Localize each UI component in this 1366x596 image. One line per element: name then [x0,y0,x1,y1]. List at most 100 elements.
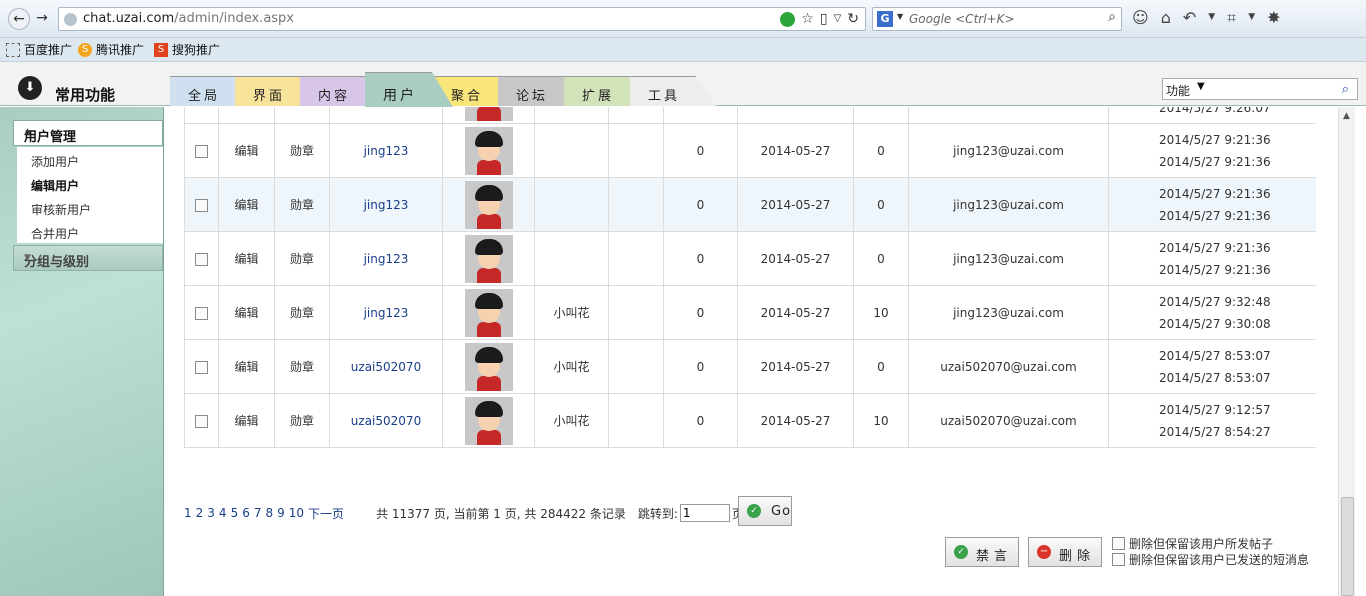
google-icon[interactable]: G [877,11,893,27]
function-search[interactable]: 功能 ▼ ⌕ [1162,78,1358,100]
search-icon[interactable]: ⌕ [1342,82,1349,97]
delete-button[interactable]: − 删除 [1028,537,1102,567]
undo-icon[interactable]: ↶ [1183,8,1196,28]
page-link[interactable]: 9 [277,506,285,520]
edit-link[interactable]: 编辑 [218,123,275,178]
medal-link[interactable]: 勋章 [274,107,330,124]
username-link[interactable]: jing123 [329,231,443,286]
edit-link[interactable]: 编辑 [218,339,275,394]
points-cell: 10 [853,285,909,340]
row-checkbox[interactable] [195,306,208,320]
empty-cell [608,123,664,178]
avatar [464,107,513,121]
username-link[interactable]: jing123 [329,177,443,232]
sidebar-section-groups[interactable]: 分组与级别 ▼ [13,245,163,271]
row-checkbox[interactable] [195,414,208,428]
page-link[interactable]: 7 [254,506,262,520]
medal-link[interactable]: 勋章 [274,123,330,178]
dropdown-icon[interactable]: ▽ [834,11,842,27]
scroll-thumb[interactable] [1341,497,1354,596]
sidebar-item-review-user[interactable]: 审核新用户 [31,201,91,218]
go-arrow-icon[interactable] [780,11,796,27]
page-link[interactable]: 4 [219,506,227,520]
check-icon: ✓ [747,504,761,518]
username-link[interactable]: jing123 [329,123,443,178]
page-link[interactable]: 6 [242,506,250,520]
page-link[interactable]: 8 [265,506,273,520]
medal-link[interactable]: 勋章 [274,177,330,232]
page-link[interactable]: 1 [184,506,192,520]
nickname-cell: 小叫花 [534,339,609,394]
bookmarks-bar: 百度推广 S 腾讯推广 S 搜狗推广 [0,38,1366,62]
crop-icon[interactable]: ⌗ [1227,8,1236,28]
username-link[interactable]: uzai502195 [329,107,443,124]
edit-link[interactable]: 编辑 [218,393,275,448]
page-link[interactable]: 10 [289,506,304,520]
addon-icon[interactable]: ☺ [1132,8,1149,28]
edit-link[interactable]: 编辑 [218,285,275,340]
bookmark-item[interactable]: 百度推广 [6,42,72,58]
date-cell: 2014-05-27 [737,107,854,124]
username-link[interactable]: jing123 [329,285,443,340]
keep-posts-checkbox[interactable] [1112,537,1125,550]
edit-link[interactable]: 编辑 [218,231,275,286]
jump-label: 跳转到: [637,506,678,521]
back-icon[interactable]: ← [8,8,30,30]
forward-icon[interactable]: → [33,8,51,30]
keep-messages-option[interactable]: 删除但保留该用户已发送的短消息 [1112,551,1309,568]
edit-link[interactable]: 编辑 [218,107,275,124]
star-icon[interactable]: ☆ [801,11,814,27]
extension-icon[interactable]: ✸ [1267,8,1280,28]
search-icon[interactable]: ⌕ [1108,9,1116,25]
keep-messages-checkbox[interactable] [1112,553,1125,566]
engine-dropdown-icon[interactable]: ▼ [897,12,903,21]
time-cell: 2014/5/27 8:53:07 2014/5/27 8:53:07 [1108,339,1316,394]
edit-link[interactable]: 编辑 [218,177,275,232]
sidebar-section-user-management[interactable]: 用户管理 ▲ [13,120,163,146]
sidebar-item-add-user[interactable]: 添加用户 [31,153,79,170]
row-checkbox[interactable] [195,144,208,158]
scroll-up-icon[interactable]: ▲ [1343,111,1350,121]
avatar [464,396,513,445]
time-cell: 2014/5/27 9:21:36 2014/5/27 9:21:36 [1108,231,1316,286]
phone-icon[interactable]: ▯ [820,11,828,27]
bookmark-item[interactable]: S 搜狗推广 [154,42,220,58]
ban-button[interactable]: ✓ 禁言 [945,537,1019,567]
page-link[interactable]: 3 [207,506,215,520]
scrollbar[interactable]: ▲ [1338,107,1355,596]
nickname-cell [534,123,609,178]
row-checkbox[interactable] [195,252,208,266]
table-row: 编辑 勋章 jing123 0 2014-05-27 0 jing123@uzai.com 2… [184,123,1316,178]
sidebar-item-merge-user[interactable]: 合并用户 [31,225,79,242]
medal-link[interactable]: 勋章 [274,339,330,394]
keep-posts-option[interactable]: 删除但保留该用户所发帖子 [1112,535,1273,552]
next-page-link[interactable]: 下一页 [308,505,344,522]
medal-link[interactable]: 勋章 [274,285,330,340]
time-cell: 2014/5/27 9:32:48 2014/5/27 9:30:08 [1108,285,1316,340]
row-checkbox[interactable] [195,198,208,212]
tab-tools[interactable]: 工具 [630,76,716,106]
bookmark-item[interactable]: S 腾讯推广 [78,42,144,58]
reload-icon[interactable]: ↻ [847,11,859,27]
address-bar[interactable]: chat.uzai.com/admin/index.aspx ☆ ▯ ▽ ↻ [58,7,866,31]
go-button[interactable]: ✓ Go [738,496,792,526]
menu-arrow-icon[interactable]: ▼ [1208,8,1215,28]
page-link[interactable]: 5 [231,506,239,520]
username-link[interactable]: uzai502070 [329,393,443,448]
email-cell: jing123@uzai.com [908,285,1109,340]
sidebar-item-edit-user[interactable]: 编辑用户 [31,177,79,194]
row-checkbox[interactable] [195,360,208,374]
search-bar[interactable]: G ▼ Google <Ctrl+K> ⌕ [872,7,1122,31]
page-input[interactable] [679,504,730,522]
posts-cell: 0 [663,123,738,178]
date-cell: 2014-05-27 [737,177,854,232]
empty-cell [608,339,664,394]
medal-link[interactable]: 勋章 [274,231,330,286]
medal-link[interactable]: 勋章 [274,393,330,448]
chevron-down-icon[interactable]: ▼ [1197,81,1205,92]
menu-arrow-icon[interactable]: ▼ [1248,8,1255,28]
home-icon[interactable]: ⌂ [1161,8,1171,28]
username-link[interactable]: uzai502070 [329,339,443,394]
page-link[interactable]: 2 [196,506,204,520]
circle-down-icon[interactable]: ⬇ [18,76,42,100]
